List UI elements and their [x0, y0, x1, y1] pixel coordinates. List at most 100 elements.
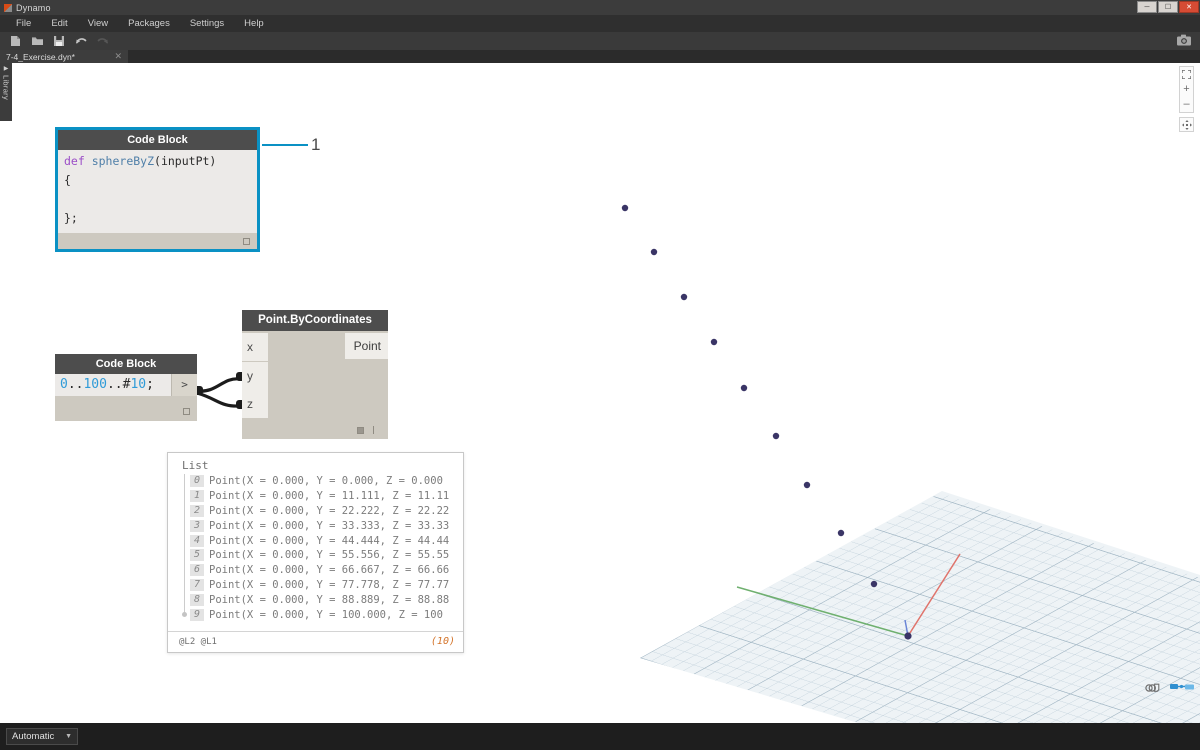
- library-label: Library: [2, 75, 11, 100]
- node-title: Code Block: [55, 354, 197, 374]
- graph-view-icon[interactable]: [1170, 681, 1194, 693]
- pan-move-icon[interactable]: [1179, 117, 1194, 132]
- tab-label: 7-4_Exercise.dyn*: [6, 52, 110, 62]
- tab-7-4-exercise[interactable]: 7-4_Exercise.dyn* ✕: [0, 50, 128, 63]
- menu-item-edit[interactable]: Edit: [41, 15, 77, 32]
- node-code-block-function[interactable]: Code Block def sphereByZ(inputPt) { };: [55, 127, 260, 252]
- code-number-count: 10: [130, 377, 146, 392]
- annotation-number-1: 1: [311, 135, 320, 155]
- input-port-x[interactable]: x: [242, 333, 268, 361]
- list-item[interactable]: 4 Point(X = 0.000, Y = 44.444, Z = 44.44: [176, 533, 463, 548]
- list-item-value: Point(X = 0.000, Y = 11.111, Z = 11.11: [209, 490, 449, 502]
- list-item[interactable]: 1 Point(X = 0.000, Y = 11.111, Z = 11.11: [176, 489, 463, 504]
- list-count-label: (10): [431, 636, 455, 647]
- node-preview-toggle[interactable]: [357, 427, 364, 434]
- code-range-op2: ..#: [107, 377, 130, 392]
- node-code-block-range[interactable]: Code Block 0..100..#10; >: [55, 354, 197, 421]
- workspace-canvas[interactable]: ▶ Library Code Block def sphereByZ(input…: [0, 63, 1200, 723]
- list-item-index: 2: [190, 505, 204, 517]
- list-item[interactable]: 6Point(X = 0.000, Y = 66.667, Z = 66.66: [176, 563, 463, 578]
- new-file-icon[interactable]: [5, 33, 25, 49]
- node-footer: [58, 233, 257, 249]
- list-tree-spine: [184, 474, 185, 613]
- input-port-y[interactable]: y: [242, 362, 268, 390]
- list-preview-rows: 0 Point(X = 0.000, Y = 0.000, Z = 0.000 1…: [168, 474, 463, 622]
- node-resize-handle[interactable]: [183, 408, 190, 415]
- node-footer: [55, 396, 197, 421]
- list-item-value: Point(X = 0.000, Y = 33.333, Z = 33.33: [209, 520, 449, 532]
- list-item-value: Point(X = 0.000, Y = 88.889, Z = 88.88: [209, 594, 449, 606]
- code-params: (inputPt): [154, 154, 216, 168]
- run-mode-dropdown[interactable]: Automatic ▼: [6, 728, 78, 745]
- library-panel-collapsed[interactable]: ▶ Library: [0, 63, 12, 121]
- window-title: Dynamo: [16, 3, 51, 13]
- show-edges-icon[interactable]: [1145, 681, 1160, 693]
- list-item-value: Point(X = 0.000, Y = 66.667, Z = 66.66: [209, 564, 449, 576]
- code-semicolon: ;: [146, 377, 154, 392]
- viewport-toggles: [1145, 681, 1194, 693]
- output-port-point[interactable]: Point: [345, 333, 388, 359]
- code-keyword-def: def: [64, 154, 85, 168]
- annotation-leader-line: [262, 144, 308, 146]
- list-item-index: 9: [190, 609, 204, 621]
- zoom-controls: + –: [1179, 66, 1194, 113]
- node-title: Point.ByCoordinates: [242, 310, 388, 331]
- list-item-index: 0: [190, 475, 204, 487]
- zoom-out-icon[interactable]: –: [1179, 97, 1194, 112]
- node-title: Code Block: [58, 130, 257, 150]
- list-item-index: 4: [190, 535, 204, 547]
- toolbar: [0, 32, 1200, 50]
- list-item-index: 8: [190, 594, 204, 606]
- code-number-start: 0: [60, 377, 68, 392]
- close-button[interactable]: ✕: [1179, 1, 1199, 13]
- save-icon[interactable]: [49, 33, 69, 49]
- input-port-z[interactable]: z: [242, 390, 268, 418]
- input-connector-nub-y[interactable]: [236, 372, 242, 381]
- list-item-value: Point(X = 0.000, Y = 22.222, Z = 22.22: [209, 505, 449, 517]
- list-item-value: Point(X = 0.000, Y = 77.778, Z = 77.77: [209, 579, 449, 591]
- code-brace-close: };: [64, 211, 78, 225]
- minimize-button[interactable]: ─: [1137, 1, 1157, 13]
- undo-icon[interactable]: [71, 33, 91, 49]
- open-folder-icon[interactable]: [27, 33, 47, 49]
- input-connector-nub-z[interactable]: [236, 400, 242, 409]
- connector-wires: [197, 379, 240, 406]
- node-point-by-coordinates[interactable]: Point.ByCoordinates x y z Point: [242, 310, 388, 439]
- tab-close-icon[interactable]: ✕: [110, 52, 122, 61]
- node-resize-handle[interactable]: [243, 238, 250, 245]
- list-item-index: 7: [190, 579, 204, 591]
- list-item[interactable]: 2 Point(X = 0.000, Y = 22.222, Z = 22.22: [176, 504, 463, 519]
- list-preview-panel[interactable]: List 0Point(X = 0.000, Y = 0.000, Z = 0.…: [167, 452, 464, 653]
- maximize-button[interactable]: ☐: [1158, 1, 1178, 13]
- menu-item-settings[interactable]: Settings: [180, 15, 234, 32]
- list-item[interactable]: 0 Point(X = 0.000, Y = 0.000, Z = 0.000: [176, 474, 463, 489]
- list-item[interactable]: 3Point(X = 0.000, Y = 33.333, Z = 33.33: [176, 518, 463, 533]
- node-body: x y z Point: [242, 331, 388, 439]
- list-item-index: 1: [190, 490, 204, 502]
- menu-item-packages[interactable]: Packages: [118, 15, 180, 32]
- list-item-value: Point(X = 0.000, Y = 44.444, Z = 44.44: [209, 535, 449, 547]
- menu-item-help[interactable]: Help: [234, 15, 274, 32]
- list-item[interactable]: 7 Point(X = 0.000, Y = 77.778, Z = 77.77: [176, 578, 463, 593]
- fit-to-screen-icon[interactable]: [1179, 67, 1194, 82]
- code-block-editor[interactable]: def sphereByZ(inputPt) { };: [58, 150, 257, 233]
- title-bar: Dynamo ─ ☐ ✕: [0, 0, 1200, 15]
- code-block-output-port[interactable]: >: [171, 374, 197, 396]
- run-mode-label: Automatic: [12, 731, 65, 742]
- code-block-editor[interactable]: 0..100..#10;: [55, 374, 171, 396]
- list-item-value: Point(X = 0.000, Y = 0.000, Z = 0.000: [209, 475, 443, 487]
- menu-item-file[interactable]: File: [6, 15, 41, 32]
- list-item-index: 5: [190, 549, 204, 561]
- output-connector-nub[interactable]: [197, 386, 203, 395]
- code-block-row[interactable]: 0..100..#10; >: [55, 374, 197, 396]
- list-item-value: Point(X = 0.000, Y = 55.556, Z = 55.55: [209, 549, 449, 561]
- list-item[interactable]: 9Point(X = 0.000, Y = 100.000, Z = 100: [176, 607, 463, 622]
- zoom-in-icon[interactable]: +: [1179, 82, 1194, 97]
- menu-bar: File Edit View Packages Settings Help: [0, 15, 1200, 32]
- code-number-end: 100: [83, 377, 106, 392]
- code-function-name: sphereByZ: [85, 154, 154, 168]
- list-item[interactable]: 8 Point(X = 0.000, Y = 88.889, Z = 88.88: [176, 592, 463, 607]
- list-item[interactable]: 5 Point(X = 0.000, Y = 55.556, Z = 55.55: [176, 548, 463, 563]
- menu-item-view[interactable]: View: [78, 15, 118, 32]
- redo-icon: [93, 33, 113, 49]
